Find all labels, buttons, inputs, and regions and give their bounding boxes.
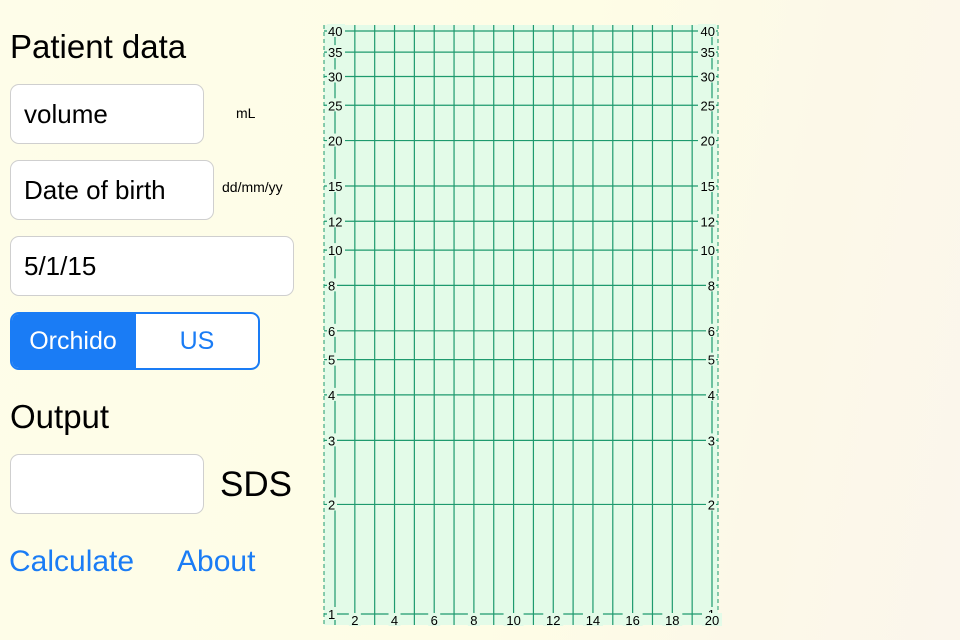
date-of-birth-unit-label: dd/mm/yy — [222, 179, 283, 195]
y-tick-label-left: 15 — [328, 179, 342, 194]
about-button[interactable]: About — [177, 545, 255, 579]
y-tick-label-right: 8 — [708, 278, 715, 293]
y-tick-label-right: 2 — [708, 497, 715, 512]
date-input[interactable]: 5/1/15 — [10, 236, 294, 296]
output-sds-field[interactable] — [10, 454, 204, 514]
volume-unit-label: mL — [236, 105, 256, 121]
y-tick-label-left: 8 — [328, 278, 335, 293]
y-tick-label-left: 2 — [328, 497, 335, 512]
x-tick-label: 10 — [506, 613, 520, 628]
x-tick-label: 14 — [586, 613, 600, 628]
y-tick-label-left: 1 — [328, 607, 335, 622]
growth-chart: 1122334455668810101212151520202525303035… — [323, 24, 722, 628]
y-tick-label-left: 25 — [328, 98, 342, 113]
volume-input[interactable]: volume — [10, 84, 204, 144]
segment-orchido[interactable]: Orchido — [12, 314, 134, 368]
y-tick-label-right: 35 — [701, 45, 715, 60]
y-tick-label-right: 15 — [701, 179, 715, 194]
x-tick-label: 20 — [705, 613, 719, 628]
y-tick-label-right: 30 — [701, 69, 715, 84]
y-tick-label-left: 4 — [328, 388, 335, 403]
segment-us[interactable]: US — [134, 314, 258, 368]
y-tick-label-right: 5 — [708, 353, 715, 368]
x-tick-label: 4 — [391, 613, 398, 628]
x-tick-label: 16 — [625, 613, 639, 628]
y-tick-label-right: 6 — [708, 324, 715, 339]
sds-unit-label: SDS — [220, 465, 292, 504]
plot-area — [324, 25, 718, 625]
y-tick-label-left: 35 — [328, 45, 342, 60]
date-of-birth-input[interactable]: Date of birth — [10, 160, 214, 220]
y-tick-label-left: 20 — [328, 134, 342, 149]
y-tick-label-right: 25 — [701, 98, 715, 113]
y-tick-label-right: 40 — [701, 24, 715, 39]
y-tick-label-left: 30 — [328, 69, 342, 84]
y-tick-label-left: 3 — [328, 433, 335, 448]
y-tick-label-left: 6 — [328, 324, 335, 339]
y-tick-label-left: 10 — [328, 243, 342, 258]
y-tick-label-left: 12 — [328, 214, 342, 229]
y-tick-label-left: 5 — [328, 353, 335, 368]
y-tick-label-right: 10 — [701, 243, 715, 258]
calculate-button[interactable]: Calculate — [9, 545, 134, 579]
x-tick-label: 8 — [470, 613, 477, 628]
x-tick-label: 18 — [665, 613, 679, 628]
patient-data-heading: Patient data — [10, 28, 187, 65]
x-tick-label: 12 — [546, 613, 560, 628]
y-tick-label-left: 40 — [328, 24, 342, 39]
output-heading: Output — [10, 398, 110, 435]
x-tick-label: 2 — [351, 613, 358, 628]
method-segmented-control[interactable]: Orchido US — [10, 312, 260, 370]
y-tick-label-right: 20 — [701, 134, 715, 149]
x-tick-label: 6 — [431, 613, 438, 628]
y-tick-label-right: 4 — [708, 388, 715, 403]
y-tick-label-right: 12 — [701, 214, 715, 229]
y-tick-label-right: 3 — [708, 433, 715, 448]
